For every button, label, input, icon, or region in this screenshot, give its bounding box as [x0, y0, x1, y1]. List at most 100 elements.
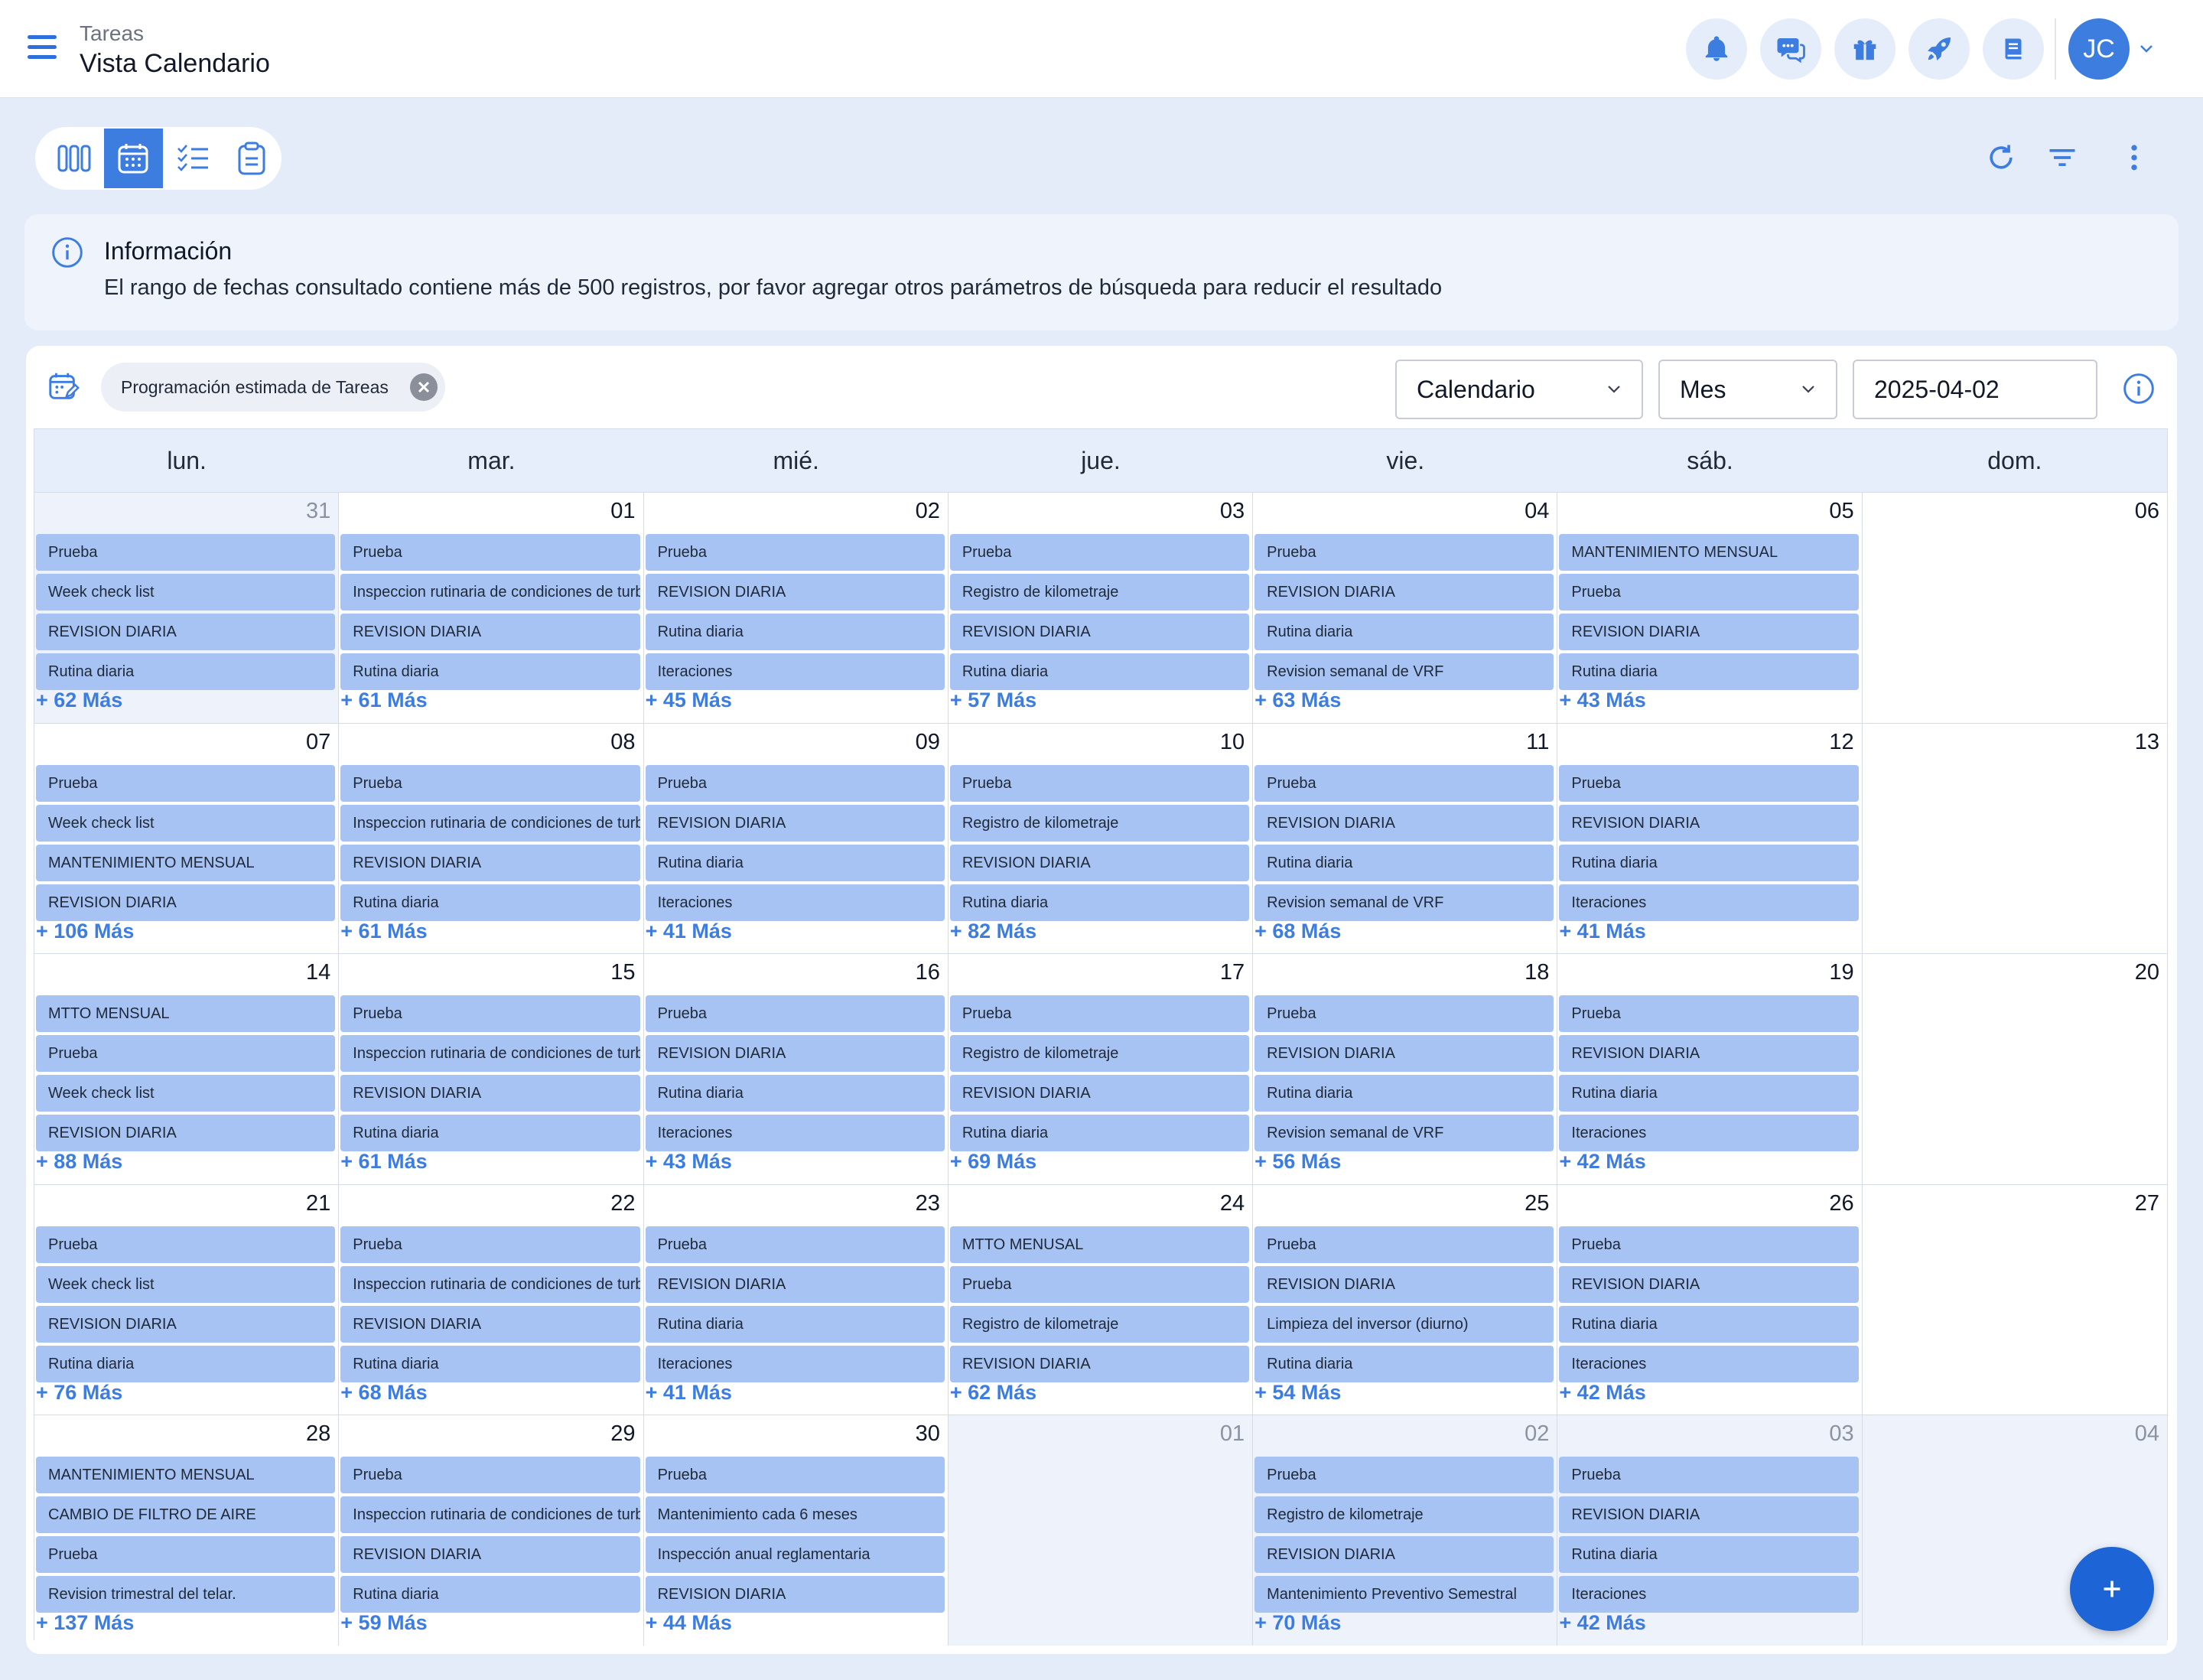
calendar-event[interactable]: Mantenimiento cada 6 meses: [645, 1496, 945, 1534]
calendar-event[interactable]: Rutina diaria: [340, 1576, 640, 1613]
calendar-day[interactable]: 08 Prueba Inspeccion rutinaria de condicio…: [339, 722, 644, 954]
calendar-event[interactable]: Rutina diaria: [36, 653, 336, 690]
more-events-link[interactable]: + 61 Más: [340, 1150, 427, 1174]
calendar-event[interactable]: Prueba: [949, 995, 1250, 1033]
breadcrumb-parent[interactable]: Tareas: [80, 21, 144, 46]
calendar-event[interactable]: REVISION DIARIA: [1559, 614, 1859, 650]
calendar-edit-icon[interactable]: [46, 369, 81, 408]
day-number[interactable]: 30: [916, 1421, 940, 1447]
calendar-event[interactable]: REVISION DIARIA: [949, 614, 1250, 650]
day-number[interactable]: 17: [1220, 960, 1245, 985]
more-events-link[interactable]: + 41 Más: [1559, 920, 1645, 943]
day-number[interactable]: 05: [1829, 499, 1853, 524]
calendar-event[interactable]: Prueba: [1254, 534, 1554, 571]
calendar-event[interactable]: Prueba: [1254, 764, 1554, 802]
calendar-event[interactable]: REVISION DIARIA: [36, 614, 336, 650]
more-events-link[interactable]: + 70 Más: [1254, 1611, 1341, 1635]
rocket-icon[interactable]: [1909, 18, 1970, 80]
day-number[interactable]: 15: [610, 960, 635, 985]
day-number[interactable]: 26: [1829, 1191, 1853, 1216]
columns-view-icon[interactable]: [44, 129, 104, 188]
calendar-event[interactable]: REVISION DIARIA: [645, 574, 945, 610]
calendar-day[interactable]: 26 Prueba REVISION DIARIA Rutina diaria Iter…: [1557, 1183, 1863, 1415]
calendar-day[interactable]: 06: [1862, 492, 2167, 723]
day-number[interactable]: 03: [1220, 499, 1245, 524]
calendar-event[interactable]: REVISION DIARIA: [340, 1305, 640, 1343]
calendar-event[interactable]: Inspección anual reglamentaria: [645, 1536, 945, 1574]
more-events-link[interactable]: + 106 Más: [36, 920, 134, 943]
chevron-down-icon[interactable]: [2137, 40, 2156, 62]
more-events-link[interactable]: + 62 Más: [950, 1381, 1036, 1405]
more-events-link[interactable]: + 61 Más: [340, 920, 427, 943]
day-number[interactable]: 29: [610, 1421, 635, 1447]
day-number[interactable]: 04: [1525, 499, 1549, 524]
calendar-day[interactable]: 02 Prueba Registro de kilometraje REVISION …: [1253, 1415, 1558, 1646]
day-number[interactable]: 09: [916, 730, 940, 755]
calendar-event[interactable]: Prueba: [1559, 995, 1859, 1033]
calendar-event[interactable]: Prueba: [1254, 995, 1554, 1033]
calendar-event[interactable]: Prueba: [340, 764, 640, 802]
calendar-event[interactable]: Prueba: [340, 1226, 640, 1263]
calendar-event[interactable]: REVISION DIARIA: [36, 1305, 336, 1343]
calendar-day[interactable]: 10 Prueba Registro de kilometraje REVISION …: [948, 722, 1254, 954]
calendar-event[interactable]: Rutina diaria: [645, 1305, 945, 1343]
calendar-event[interactable]: Revision semanal de VRF: [1254, 884, 1554, 921]
calendar-event[interactable]: Week check list: [36, 574, 336, 610]
more-events-link[interactable]: + 59 Más: [340, 1611, 427, 1635]
calendar-event[interactable]: REVISION DIARIA: [949, 844, 1250, 881]
more-events-link[interactable]: + 76 Más: [36, 1381, 122, 1405]
calendar-event[interactable]: Prueba: [645, 1457, 945, 1494]
calendar-event[interactable]: Rutina diaria: [1254, 1075, 1554, 1112]
day-number[interactable]: 18: [1525, 960, 1549, 985]
calendar-event[interactable]: REVISION DIARIA: [949, 1075, 1250, 1112]
calendar-event[interactable]: Rutina diaria: [1254, 1345, 1554, 1382]
calendar-day[interactable]: 30 Prueba Mantenimiento cada 6 meses Inspec…: [643, 1415, 949, 1646]
calendar-event[interactable]: Prueba: [1559, 574, 1859, 610]
calendar-event[interactable]: Registro de kilometraje: [949, 1305, 1250, 1343]
calendar-day[interactable]: 16 Prueba REVISION DIARIA Rutina diaria Iter…: [643, 953, 949, 1184]
more-events-link[interactable]: + 82 Más: [950, 920, 1036, 943]
calendar-event[interactable]: REVISION DIARIA: [340, 614, 640, 650]
calendar-event[interactable]: Inspeccion rutinaria de condiciones de t…: [340, 804, 640, 842]
calendar-event[interactable]: REVISION DIARIA: [1254, 1536, 1554, 1574]
calendar-day[interactable]: 05 MANTENIMIENTO MENSUAL Prueba REVISION DI…: [1557, 492, 1863, 723]
calendar-day[interactable]: 20: [1862, 953, 2167, 1184]
more-events-link[interactable]: + 54 Más: [1254, 1381, 1341, 1405]
calendar-event[interactable]: Rutina diaria: [1559, 653, 1859, 690]
day-number[interactable]: 11: [1526, 730, 1549, 755]
calendar-event[interactable]: REVISION DIARIA: [1559, 804, 1859, 842]
calendar-event[interactable]: Prueba: [36, 764, 336, 802]
more-events-link[interactable]: + 62 Más: [36, 689, 122, 712]
day-number[interactable]: 27: [2135, 1191, 2159, 1216]
calendar-event[interactable]: Prueba: [645, 764, 945, 802]
day-number[interactable]: 02: [1525, 1421, 1549, 1447]
calendar-event[interactable]: Prueba: [340, 995, 640, 1033]
calendar-event[interactable]: MANTENIMIENTO MENSUAL: [36, 844, 336, 881]
calendar-event[interactable]: REVISION DIARIA: [1254, 804, 1554, 842]
calendar-event[interactable]: Inspeccion rutinaria de condiciones de t…: [340, 574, 640, 610]
calendar-event[interactable]: Prueba: [36, 1226, 336, 1263]
bell-icon[interactable]: [1686, 18, 1747, 80]
day-number[interactable]: 10: [1220, 730, 1245, 755]
calendar-event[interactable]: REVISION DIARIA: [1559, 1265, 1859, 1303]
day-number[interactable]: 08: [610, 730, 635, 755]
calendar-day[interactable]: 24 MTTO MENUSAL Prueba Registro de kilometr…: [948, 1183, 1254, 1415]
day-number[interactable]: 01: [1220, 1421, 1245, 1447]
day-number[interactable]: 03: [1829, 1421, 1853, 1447]
calendar-event[interactable]: REVISION DIARIA: [645, 1576, 945, 1613]
more-events-link[interactable]: + 42 Más: [1559, 1381, 1645, 1405]
filter-icon[interactable]: [2039, 135, 2085, 181]
calendar-day[interactable]: 01 Prueba Inspeccion rutinaria de condicio…: [339, 492, 644, 723]
day-number[interactable]: 23: [916, 1191, 940, 1216]
calendar-day[interactable]: 07 Prueba Week check list MANTENIMIENTO MEN…: [34, 722, 340, 954]
calendar-event[interactable]: Rutina diaria: [1559, 1305, 1859, 1343]
calendar-day[interactable]: 23 Prueba REVISION DIARIA Rutina diaria Iter…: [643, 1183, 949, 1415]
calendar-event[interactable]: REVISION DIARIA: [36, 1115, 336, 1152]
calendar-event[interactable]: Prueba: [1559, 764, 1859, 802]
calendar-event[interactable]: Prueba: [1254, 1457, 1554, 1494]
calendar-event[interactable]: Prueba: [36, 1536, 336, 1574]
day-number[interactable]: 13: [2135, 730, 2159, 755]
calendar-day[interactable]: 12 Prueba REVISION DIARIA Rutina diaria Iter…: [1557, 722, 1863, 954]
checklist-view-icon[interactable]: [163, 129, 223, 188]
day-number[interactable]: 02: [916, 499, 940, 524]
